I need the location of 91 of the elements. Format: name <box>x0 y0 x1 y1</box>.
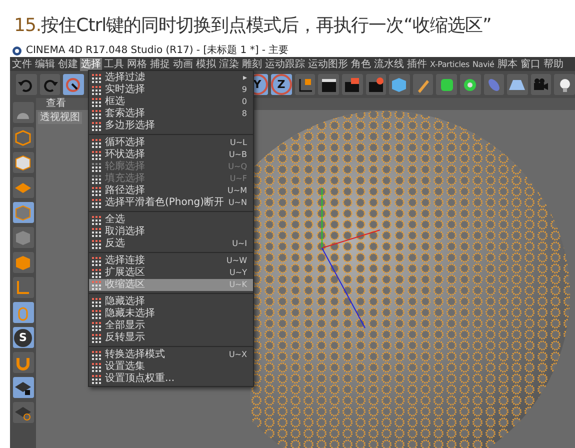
coordinate-system-icon[interactable] <box>294 74 316 95</box>
dot-grid-icon <box>92 268 101 278</box>
floor-grid-icon[interactable] <box>507 74 528 95</box>
cube-icon[interactable] <box>12 227 34 248</box>
cube-icon[interactable] <box>12 252 34 273</box>
dot-grid-icon <box>92 174 101 184</box>
window-title: CINEMA 4D R17.048 Studio (R17) - [未标题 1 *] - 主要 <box>26 44 289 57</box>
menu-item[interactable]: 隐藏未选择 <box>89 308 253 320</box>
dot-grid-icon <box>92 216 101 224</box>
camera-icon[interactable] <box>530 74 552 95</box>
dot-grid-icon <box>92 280 101 290</box>
menu-bar-item[interactable]: 渲染 <box>218 58 240 70</box>
dot-grid-icon <box>92 138 101 148</box>
dot-grid-icon <box>92 322 101 330</box>
menu-item[interactable]: 选择平滑着色(Phong)断开 U~N <box>89 197 253 209</box>
menu-item[interactable]: 套索选择 8 <box>89 108 253 120</box>
menu-item[interactable]: 选择连接 U~W <box>89 255 253 267</box>
grid-icon[interactable] <box>12 402 34 423</box>
dot-grid-icon <box>92 162 101 172</box>
menu-bar-item[interactable]: 角色 <box>350 58 372 70</box>
dot-grid-icon <box>92 362 101 372</box>
instruction-text: 按住Ctrl键的同时切换到点模式后，再执行一次“收缩选区” <box>41 15 492 36</box>
light-bulb-icon[interactable] <box>554 74 575 95</box>
menu-bar-item[interactable]: 脚本 <box>496 58 518 70</box>
menu-bar-item[interactable]: 插件 <box>406 58 428 70</box>
menu-bar-item[interactable]: 编辑 <box>34 58 56 70</box>
rounded-cube-icon[interactable] <box>436 74 457 95</box>
menu-bar-item[interactable]: 网格 <box>126 58 148 70</box>
dot-grid-icon <box>92 98 101 106</box>
menu-bar-item[interactable]: 流水线 <box>373 58 405 70</box>
menu-bar-item[interactable]: 运动图形 <box>307 58 349 70</box>
menu-item[interactable]: 反转显示 <box>89 332 253 344</box>
dot-grid-icon <box>92 240 101 248</box>
dot-grid-icon <box>92 374 101 384</box>
menu-item[interactable]: 路径选择 U~M <box>89 185 253 197</box>
menu-bar-item[interactable]: 雕刻 <box>241 58 263 70</box>
dot-grid-icon <box>92 198 101 208</box>
dot-grid-icon <box>92 86 101 94</box>
clapperboard-icon[interactable] <box>318 74 339 95</box>
menu-item[interactable]: 循环选择 U~L <box>89 137 253 149</box>
dot-grid-icon <box>92 256 101 266</box>
menu-item[interactable]: 环状选择 U~B <box>89 149 253 161</box>
axis-icon[interactable] <box>12 277 34 298</box>
pen-icon[interactable] <box>412 74 434 95</box>
viewport-label: 透视视图 <box>38 112 82 124</box>
menu-bar-item[interactable]: 模拟 <box>195 58 217 70</box>
menu-bar-item[interactable]: 窗口 <box>519 58 542 70</box>
dot-grid-icon <box>92 350 101 360</box>
live-selection-icon[interactable] <box>63 74 84 95</box>
menu-item[interactable]: 取消选择 <box>89 226 253 238</box>
dot-grid-icon <box>92 110 101 118</box>
menu-item[interactable]: 扩展选区 U~Y <box>89 267 253 279</box>
menu-bar-item[interactable]: 帮助 <box>542 58 564 70</box>
dot-grid-icon <box>92 298 101 306</box>
dot-grid-icon <box>92 310 101 318</box>
cube-icon[interactable] <box>12 202 34 223</box>
menu-item[interactable]: 设置选集 <box>89 361 253 373</box>
menu-bar-item[interactable]: 捕捉 <box>149 58 171 70</box>
menu-item[interactable]: 多边形选择 <box>89 120 253 132</box>
cube-icon[interactable] <box>12 127 34 148</box>
menu-item[interactable]: 全选 <box>89 214 253 226</box>
menu-bar-item[interactable]: 工具 <box>103 58 125 70</box>
undo-icon[interactable] <box>16 74 37 95</box>
menu-item[interactable]: 全部显示 <box>89 320 253 332</box>
menu-item[interactable]: 框选 0 <box>89 96 253 108</box>
menu-item[interactable]: 反选 U~I <box>89 238 253 250</box>
menu-item[interactable]: 设置顶点权重... <box>89 373 253 385</box>
cube-icon[interactable] <box>389 74 410 95</box>
grid-plane-icon[interactable] <box>12 177 34 198</box>
menu-bar-item[interactable]: Navié <box>472 58 496 70</box>
menu-bar-item[interactable]: 选择 <box>80 58 102 70</box>
menu-bar-item[interactable]: 创建 <box>57 58 79 70</box>
dot-grid-icon <box>92 150 101 160</box>
app-logo-icon <box>12 46 22 56</box>
dot-grid-icon <box>92 74 101 82</box>
menu-bar-item[interactable]: 动画 <box>172 58 194 70</box>
dot-grid-icon <box>92 334 101 342</box>
menu-item[interactable]: 隐藏选择 <box>89 296 253 308</box>
dot-grid-icon <box>92 228 101 236</box>
viewport-tab[interactable]: 查看 <box>46 98 66 110</box>
checker-cube-icon[interactable] <box>12 152 34 173</box>
magnet-icon[interactable] <box>12 352 34 373</box>
menu-bar-item[interactable]: 运动跟踪 <box>264 58 306 70</box>
dot-grid-icon <box>92 122 101 130</box>
menu-bar-item[interactable]: X-Particles <box>429 58 470 70</box>
axis-button[interactable]: Z <box>270 74 292 95</box>
dot-grid-icon <box>92 186 101 196</box>
step-number: 15. <box>14 15 42 36</box>
snap-button[interactable]: S <box>14 328 32 346</box>
menu-bar-item[interactable]: 文件 <box>11 58 33 70</box>
menu-item[interactable]: 转换选择模式 U~X <box>89 349 253 361</box>
